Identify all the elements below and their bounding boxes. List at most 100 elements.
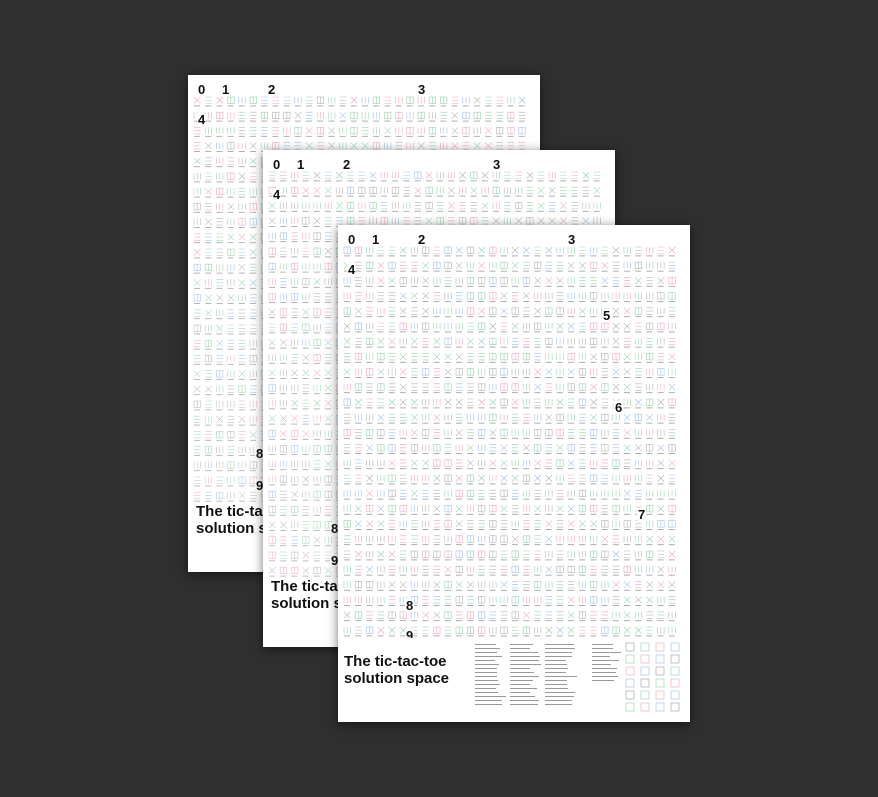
text-line: [475, 672, 498, 673]
mini-board: [280, 278, 287, 286]
mini-board: [578, 535, 586, 543]
board-caption: [238, 257, 245, 259]
board-caption: [250, 409, 256, 411]
board-caption: [489, 270, 496, 272]
board-caption: [302, 362, 309, 364]
mini-board: [227, 415, 235, 423]
board-caption: [624, 316, 630, 318]
legend-board: [670, 678, 680, 688]
mini-board: [466, 414, 474, 421]
board-caption: [545, 346, 552, 348]
board-caption: [250, 151, 256, 152]
mini-board: [578, 520, 586, 528]
board-caption: [624, 361, 630, 363]
board-caption: [534, 589, 541, 591]
mini-board: [227, 492, 235, 499]
board-caption: [635, 635, 642, 637]
board-caption: [350, 105, 357, 107]
mini-board: [358, 186, 366, 195]
board-caption: [216, 211, 223, 213]
board-caption: [478, 437, 485, 439]
mini-board: [279, 384, 287, 392]
board-caption: [590, 498, 597, 500]
mini-board: [646, 459, 654, 467]
board-caption: [590, 453, 597, 454]
board-caption: [545, 437, 552, 439]
board-caption: [635, 346, 642, 348]
board-caption: [500, 437, 507, 439]
board-caption: [355, 437, 362, 439]
mini-board: [534, 444, 542, 452]
board-caption: [526, 180, 533, 182]
mini-board: [492, 186, 500, 195]
mini-board: [354, 246, 363, 254]
board-caption: [590, 392, 597, 394]
board-caption: [355, 301, 362, 302]
mini-board: [414, 217, 422, 225]
mini-board: [484, 127, 492, 135]
mini-board: [526, 202, 534, 210]
board-caption: [381, 210, 387, 212]
mini-board: [473, 127, 481, 134]
board-caption: [313, 514, 320, 516]
mini-board: [249, 142, 257, 150]
mini-board: [313, 369, 321, 377]
mini-board: [512, 292, 519, 300]
board-caption: [355, 559, 362, 561]
text-line: [510, 692, 530, 693]
board-caption: [388, 422, 395, 424]
text-line: [510, 676, 539, 677]
board-caption: [205, 409, 212, 411]
mini-board: [526, 171, 534, 179]
board-caption: [418, 105, 424, 107]
board-caption: [291, 347, 298, 349]
board-caption: [478, 346, 485, 348]
mini-board: [523, 565, 530, 573]
board-caption: [556, 346, 563, 348]
mini-board: [279, 400, 287, 407]
mini-board: [355, 337, 362, 345]
mini-board: [593, 186, 601, 194]
mini-board: [466, 489, 474, 498]
board-caption: [392, 210, 399, 212]
board-caption: [534, 255, 541, 257]
board-caption: [556, 513, 563, 515]
mini-board: [238, 355, 246, 363]
mini-board: [249, 401, 257, 408]
mini-board: [567, 247, 575, 254]
mini-board: [354, 398, 362, 406]
board-caption: [388, 285, 395, 287]
board-caption: [545, 589, 552, 591]
mini-board: [204, 416, 212, 423]
board-caption: [291, 241, 298, 243]
board-caption: [601, 437, 608, 439]
mini-board: [268, 521, 276, 529]
board-caption: [504, 195, 511, 197]
mini-board: [399, 429, 407, 436]
text-line: [510, 680, 534, 681]
text-line: [592, 660, 620, 661]
text-line: [475, 688, 497, 689]
board-caption: [433, 346, 440, 348]
board-caption: [344, 437, 350, 439]
mini-board: [478, 307, 486, 315]
board-caption: [227, 485, 234, 487]
board-caption: [657, 316, 664, 318]
mini-board: [522, 490, 530, 497]
board-caption: [523, 529, 530, 530]
board-caption: [313, 180, 320, 182]
board-caption: [373, 105, 380, 107]
board-caption: [556, 605, 563, 606]
mini-board: [366, 565, 374, 573]
board-caption: [194, 151, 200, 152]
board-caption: [478, 422, 485, 424]
mini-board: [567, 626, 575, 634]
board-caption: [400, 574, 406, 576]
board-caption: [496, 120, 503, 122]
mini-board: [369, 217, 377, 225]
board-caption: [467, 316, 474, 318]
mini-board: [646, 611, 653, 619]
mini-board: [489, 413, 497, 421]
mini-board: [601, 596, 609, 604]
board-caption: [657, 346, 664, 348]
